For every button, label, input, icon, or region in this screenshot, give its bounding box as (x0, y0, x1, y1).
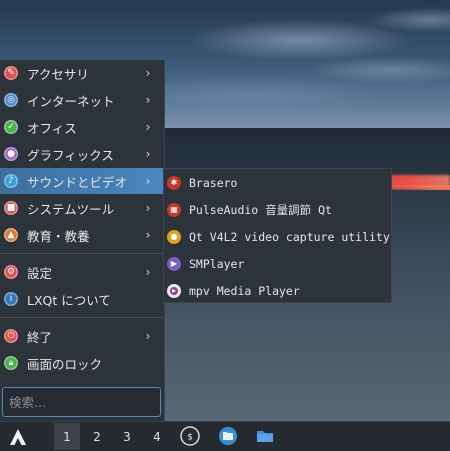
menu-item-accessories[interactable]: ✎ アクセサリ › (0, 60, 163, 86)
application-menu: ✎ アクセサリ › ◎ インターネット › ✓ オフィス › ● グラフィックス… (0, 60, 165, 422)
menu-item-label: グラフィックス (27, 147, 114, 163)
submenu-item-label: PulseAudio 音量調節 Qt (189, 202, 332, 217)
mpv-icon: ▸ (167, 283, 181, 298)
menu-item-label: システムツール (27, 201, 115, 217)
submenu-item-label: SMPlayer (189, 256, 245, 271)
settings-icon: ⚙ (4, 265, 18, 279)
chevron-right-icon: › (145, 93, 151, 107)
graphics-icon: ● (4, 147, 18, 161)
menu-item-system-tools[interactable]: ■ システムツール › (0, 195, 163, 221)
menu-item-lock-screen[interactable]: 🔒︎ 画面のロック (0, 350, 163, 376)
submenu-item-label: Brasero (189, 175, 238, 190)
menu-item-sound-video[interactable]: ♪ サウンドとビデオ › (0, 168, 163, 194)
svg-text:$: $ (187, 433, 192, 443)
menu-item-internet[interactable]: ◎ インターネット › (0, 87, 163, 113)
menu-item-label: オフィス (27, 120, 77, 136)
accessories-icon: ✎ (4, 66, 18, 80)
workspace-4-button[interactable]: 4 (144, 423, 170, 450)
submenu-item-label: mpv Media Player (189, 283, 300, 298)
workspace-label: 1 (63, 429, 71, 444)
brasero-icon: ✱ (167, 175, 181, 190)
sound-video-icon: ♪ (4, 174, 18, 188)
chevron-right-icon: › (145, 265, 151, 279)
workspace-2-button[interactable]: 2 (84, 423, 110, 450)
menu-item-settings[interactable]: ⚙ 設定 › (0, 259, 163, 285)
folder-icon (257, 431, 273, 442)
power-icon: ⏻ (4, 329, 18, 343)
submenu-item-smplayer[interactable]: ▶ SMPlayer (164, 250, 391, 277)
chevron-right-icon: › (145, 228, 151, 242)
lock-icon: 🔒︎ (4, 356, 18, 370)
workspace-label: 2 (93, 429, 101, 444)
system-tools-icon: ■ (4, 201, 18, 215)
sound-video-submenu: ✱ Brasero ▦ PulseAudio 音量調節 Qt ● Qt V4L2… (163, 168, 392, 303)
terminal-icon: $ (180, 426, 200, 446)
menu-item-label: 終了 (27, 329, 53, 345)
menu-search-input[interactable] (2, 387, 161, 417)
info-icon: i (4, 292, 18, 306)
menu-item-label: サウンドとビデオ (27, 174, 128, 190)
menu-item-quit[interactable]: ⏻ 終了 › (0, 323, 163, 349)
file-manager-icon (219, 427, 237, 445)
menu-item-label: インターネット (27, 93, 115, 109)
menu-item-graphics[interactable]: ● グラフィックス › (0, 141, 163, 167)
menu-item-label: 画面のロック (27, 356, 103, 372)
office-icon: ✓ (4, 120, 18, 134)
menu-separator (0, 253, 163, 254)
menu-separator (0, 317, 163, 318)
smplayer-icon: ▶ (167, 256, 181, 271)
chevron-right-icon: › (145, 174, 151, 188)
menu-item-label: LXQt について (27, 292, 111, 308)
menu-item-education[interactable]: ▲ 教育・教養 › (0, 222, 163, 248)
terminal-launcher[interactable]: $ (179, 425, 201, 447)
menu-item-office[interactable]: ✓ オフィス › (0, 114, 163, 140)
file-manager-launcher[interactable] (217, 425, 239, 447)
chevron-right-icon: › (145, 66, 151, 80)
chevron-right-icon: › (145, 329, 151, 343)
menu-item-label: 設定 (27, 265, 53, 281)
submenu-item-qv4l2[interactable]: ● Qt V4L2 video capture utility (164, 223, 391, 250)
chevron-right-icon: › (145, 147, 151, 161)
workspace-3-button[interactable]: 3 (114, 423, 140, 450)
education-icon: ▲ (4, 228, 18, 242)
lxqt-logo-icon (10, 428, 26, 445)
qv4l2-icon: ● (167, 229, 181, 244)
workspace-label: 4 (153, 429, 161, 444)
workspace-1-button[interactable]: 1 (54, 423, 80, 450)
submenu-item-mpv[interactable]: ▸ mpv Media Player (164, 277, 391, 304)
pulseaudio-icon: ▦ (167, 202, 181, 217)
folder-launcher[interactable] (254, 425, 276, 447)
chevron-right-icon: › (145, 120, 151, 134)
menu-item-label: 教育・教養 (27, 228, 90, 244)
start-menu-button[interactable] (0, 422, 36, 451)
submenu-item-brasero[interactable]: ✱ Brasero (164, 169, 391, 196)
submenu-item-pulseaudio[interactable]: ▦ PulseAudio 音量調節 Qt (164, 196, 391, 223)
workspace-label: 3 (123, 429, 131, 444)
internet-icon: ◎ (4, 93, 18, 107)
submenu-item-label: Qt V4L2 video capture utility (189, 229, 390, 244)
menu-item-label: アクセサリ (27, 66, 89, 82)
menu-item-about[interactable]: i LXQt について (0, 286, 163, 312)
chevron-right-icon: › (145, 201, 151, 215)
taskbar: 1 2 3 4 $ (0, 421, 450, 451)
